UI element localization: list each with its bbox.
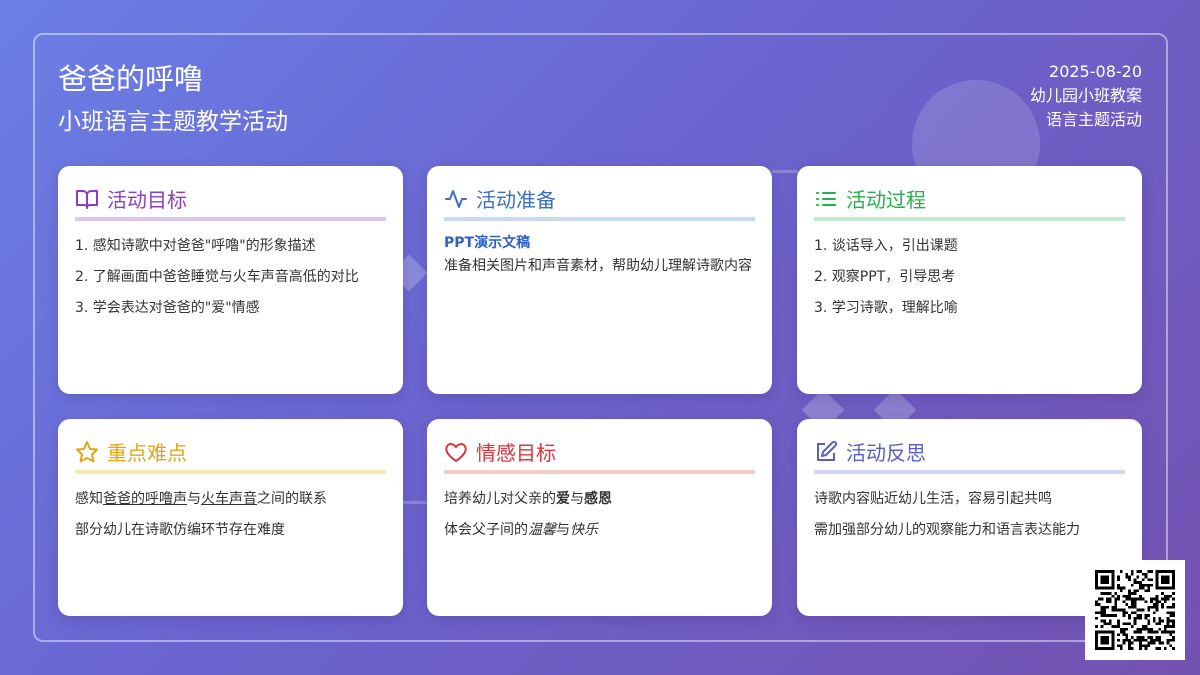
reflection-item: 诗歌内容贴近幼儿生活，容易引起共鸣 bbox=[814, 491, 1052, 507]
goals-card-header: 活动目标 bbox=[75, 184, 386, 221]
page-subtitle: 小班语言主题教学活动 bbox=[58, 109, 288, 135]
emotion-card-title: 情感目标 bbox=[476, 441, 556, 465]
star-icon bbox=[75, 440, 99, 464]
keypoints-highlight: 爸爸的呼噜声 bbox=[103, 491, 187, 507]
goals-item: 3. 学会表达对爸爸的"爱"情感 bbox=[75, 300, 260, 316]
qr-code-icon bbox=[1085, 560, 1185, 660]
reflection-item: 需加强部分幼儿的观察能力和语言表达能力 bbox=[814, 522, 1080, 538]
category-label: 幼儿园小班教案 bbox=[1029, 86, 1142, 105]
goals-item: 1. 感知诗歌中对爸爸"呼噜"的形象描述 bbox=[75, 238, 316, 254]
goals-card-title: 活动目标 bbox=[107, 188, 187, 212]
emotion-highlight: 温馨 bbox=[528, 522, 556, 538]
book-icon bbox=[75, 187, 99, 211]
process-item: 3. 学习诗歌，理解比喻 bbox=[814, 300, 958, 316]
emotion-highlight: 爱 bbox=[556, 491, 570, 507]
heart-icon bbox=[444, 440, 468, 464]
emotion-text: 体会父子间的 bbox=[444, 522, 528, 538]
emotion-card-header: 情感目标 bbox=[444, 437, 755, 474]
emotion-item: 培养幼儿对父亲的爱与感恩 bbox=[444, 484, 755, 515]
keypoints-text: 感知 bbox=[75, 491, 103, 507]
reflection-card-title: 活动反思 bbox=[846, 441, 926, 465]
process-card-header: 活动过程 bbox=[814, 184, 1125, 221]
prep-label: PPT演示文稿 bbox=[444, 235, 531, 251]
keypoints-text: 之间的联系 bbox=[257, 491, 327, 507]
theme-label: 语言主题活动 bbox=[1045, 110, 1142, 129]
process-card-title: 活动过程 bbox=[846, 188, 926, 212]
process-item: 2. 观察PPT，引导思考 bbox=[814, 269, 956, 285]
keypoints-item: 感知爸爸的呼噜声与火车声音之间的联系 bbox=[75, 484, 386, 515]
page-title: 爸爸的呼噜 bbox=[58, 62, 204, 96]
process-card: 活动过程 1. 谈话导入，引出课题 2. 观察PPT，引导思考 3. 学习诗歌，… bbox=[797, 166, 1142, 394]
goals-item: 2. 了解画面中爸爸睡觉与火车声音高低的对比 bbox=[75, 269, 359, 285]
keypoints-card: 重点难点 感知爸爸的呼噜声与火车声音之间的联系 部分幼儿在诗歌仿编环节存在难度 bbox=[58, 419, 403, 616]
keypoints-card-header: 重点难点 bbox=[75, 437, 386, 474]
date-label: 2025-08-20 bbox=[1049, 62, 1142, 81]
prep-text: 准备相关图片和声音素材，帮助幼儿理解诗歌内容 bbox=[444, 258, 752, 274]
goals-card: 活动目标 1. 感知诗歌中对爸爸"呼噜"的形象描述 2. 了解画面中爸爸睡觉与火… bbox=[58, 166, 403, 394]
keypoints-highlight: 火车声音 bbox=[201, 491, 257, 507]
emotion-text: 与 bbox=[556, 522, 570, 538]
keypoints-text: 与 bbox=[187, 491, 201, 507]
emotion-card: 情感目标 培养幼儿对父亲的爱与感恩 体会父子间的温馨与快乐 bbox=[427, 419, 772, 616]
keypoints-card-title: 重点难点 bbox=[107, 441, 187, 465]
prep-card: 活动准备 PPT演示文稿 准备相关图片和声音素材，帮助幼儿理解诗歌内容 bbox=[427, 166, 772, 394]
edit-icon bbox=[814, 440, 838, 464]
process-item: 1. 谈话导入，引出课题 bbox=[814, 238, 958, 254]
emotion-item: 体会父子间的温馨与快乐 bbox=[444, 515, 755, 546]
prep-card-header: 活动准备 bbox=[444, 184, 755, 221]
emotion-highlight: 感恩 bbox=[584, 491, 612, 507]
activity-icon bbox=[444, 187, 468, 211]
prep-card-title: 活动准备 bbox=[476, 188, 556, 212]
header-meta: 2025-08-20 幼儿园小班教案 语言主题活动 bbox=[1030, 60, 1142, 132]
emotion-text: 与 bbox=[570, 491, 584, 507]
emotion-highlight: 快乐 bbox=[570, 522, 598, 538]
reflection-card-header: 活动反思 bbox=[814, 437, 1125, 474]
keypoints-item: 部分幼儿在诗歌仿编环节存在难度 bbox=[75, 522, 285, 538]
emotion-text: 培养幼儿对父亲的 bbox=[444, 491, 556, 507]
list-icon bbox=[814, 187, 838, 211]
